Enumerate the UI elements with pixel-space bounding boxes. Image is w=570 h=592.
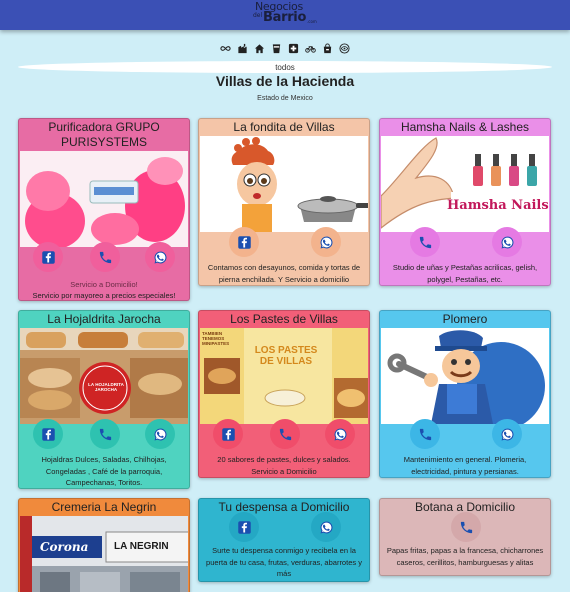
phone-icon [99, 428, 111, 440]
site-logo[interactable]: Negocios del Barrio .com [253, 1, 317, 28]
business-card-cremeria[interactable]: Cremeria La Negrin Corona LA NEGRIN [18, 498, 190, 592]
phone-button[interactable] [90, 419, 120, 449]
card-title: Plomero [442, 312, 488, 326]
card-description: Hojaldras Dulces, Saladas, Chilhojas, Co… [41, 455, 167, 487]
business-card-fondita[interactable]: La fondita de Villas Contamos con desayu… [198, 118, 370, 286]
business-card-hamsha-nails[interactable]: Hamsha Nails & Lashes Hamsha Nails Studi… [379, 118, 551, 286]
plumber-cartoon-image [381, 328, 549, 424]
phone-button[interactable] [270, 419, 300, 449]
facebook-button[interactable] [33, 419, 63, 449]
water-bottles-photo [20, 151, 188, 247]
whatsapp-button[interactable] [145, 419, 175, 449]
house-icon[interactable] [253, 42, 266, 55]
facebook-button[interactable] [33, 242, 63, 272]
business-card-plomero[interactable]: Plomero Mantenimiento en general. Plomer… [379, 310, 551, 478]
card-title: Hamsha Nails & Lashes [400, 120, 530, 134]
whatsapp-icon [334, 428, 346, 440]
category-bar [219, 42, 351, 56]
whatsapp-button[interactable] [492, 227, 522, 257]
top-bar: Negocios del Barrio .com [0, 0, 570, 30]
facebook-icon [237, 235, 251, 249]
page-title: Villas de la Hacienda [215, 73, 355, 89]
business-card-pastes[interactable]: Los Pastes de Villas LOS PASTES DE VILLA… [198, 310, 370, 478]
phone-icon [460, 521, 472, 533]
card-description: Papas fritas, papas a la francesa, chich… [386, 546, 544, 567]
logo-text-barrio: Barrio [263, 10, 307, 25]
business-card-purificadora[interactable]: Purificadora GRUPO PURISYSTEMS Servicio … [18, 118, 190, 301]
phone-button[interactable] [410, 419, 440, 449]
card-title: Los Pastes de Villas [230, 312, 338, 326]
phone-icon [419, 428, 431, 440]
phone-icon [99, 251, 111, 263]
pastes-flyer: LOS PASTES DE VILLAS TAMBIEN TENEMOS MIN… [200, 328, 368, 424]
pastes-logo-text: LOS PASTES DE VILLAS [254, 345, 318, 367]
pastes-minipastes-text: TAMBIEN TENEMOS MINIPASTES [202, 331, 230, 346]
phone-button[interactable] [451, 512, 481, 542]
whatsapp-icon [154, 428, 166, 440]
whatsapp-button[interactable] [492, 419, 522, 449]
store-sign-text: LA NEGRIN [114, 541, 169, 552]
nail-polish-image: Hamsha Nails [381, 136, 549, 232]
bread-logo-text: LA HOJALDRITA JAROCHA [88, 382, 124, 392]
page-subtitle: Estado de Mexico [257, 95, 313, 102]
corona-sign-text: Corona [40, 540, 89, 554]
medical-icon[interactable] [287, 42, 300, 55]
whatsapp-icon [320, 521, 332, 533]
business-card-botana[interactable]: Botana a Domicilio Papas fritas, papas a… [379, 498, 551, 576]
card-description: 20 sabores de pastes, dulces y salados. … [217, 455, 351, 476]
facebook-icon [237, 520, 251, 534]
card-description: Contamos con desayunos, comida y tortas … [207, 263, 361, 284]
filter-label[interactable]: todos [0, 63, 570, 72]
eye-icon[interactable] [338, 42, 351, 55]
bicycle-icon[interactable] [304, 42, 317, 55]
bread-photo: LA HOJALDRITA JAROCHA [20, 328, 188, 424]
logo-text-tld: .com [307, 19, 317, 24]
whatsapp-icon [501, 236, 513, 248]
business-card-hojaldrita[interactable]: La Hojaldrita Jarocha LA HOJALDRITA JARO… [18, 310, 190, 489]
facebook-button[interactable] [229, 512, 259, 542]
store-icon[interactable] [236, 42, 249, 55]
card-title: Tu despensa a Domicilio [218, 500, 350, 514]
business-card-despensa[interactable]: Tu despensa a Domicilio Surte tu despens… [198, 498, 370, 582]
whatsapp-button[interactable] [311, 512, 341, 542]
logo-text-del: del [253, 12, 263, 19]
card-description: Studio de uñas y Pestañas acrilicas, gel… [392, 263, 538, 284]
facebook-icon [221, 427, 235, 441]
infinity-icon[interactable] [219, 42, 232, 55]
card-title: La fondita de Villas [233, 120, 335, 134]
whatsapp-icon [320, 236, 332, 248]
facebook-button[interactable] [213, 419, 243, 449]
phone-icon [279, 428, 291, 440]
card-description: Servicio a Domicilio! [70, 280, 138, 289]
facebook-button[interactable] [229, 227, 259, 257]
phone-icon [419, 236, 431, 248]
nail-logo-text: Hamsha Nails [447, 198, 549, 213]
whatsapp-button[interactable] [325, 419, 355, 449]
cup-icon[interactable] [270, 42, 283, 55]
whatsapp-button[interactable] [311, 227, 341, 257]
storefront-photo: Corona LA NEGRIN [20, 516, 188, 592]
card-description: Mantenimiento en general. Plomeria, elec… [403, 455, 527, 476]
facebook-icon [41, 250, 55, 264]
card-title: Cremeria La Negrin [51, 500, 157, 514]
card-title: Purificadora GRUPO PURISYSTEMS [48, 120, 160, 149]
bag-icon[interactable] [321, 42, 334, 55]
phone-button[interactable] [410, 227, 440, 257]
whatsapp-button[interactable] [145, 242, 175, 272]
facebook-icon [41, 427, 55, 441]
phone-button[interactable] [90, 242, 120, 272]
card-description-2: Servicio por mayoreo a precios especiale… [32, 291, 176, 300]
card-description: Surte tu despensa conmigo y recibela en … [206, 546, 362, 578]
whatsapp-icon [501, 428, 513, 440]
cook-cartoon-image [200, 136, 368, 232]
whatsapp-icon [154, 251, 166, 263]
card-title: La Hojaldrita Jarocha [47, 312, 161, 326]
